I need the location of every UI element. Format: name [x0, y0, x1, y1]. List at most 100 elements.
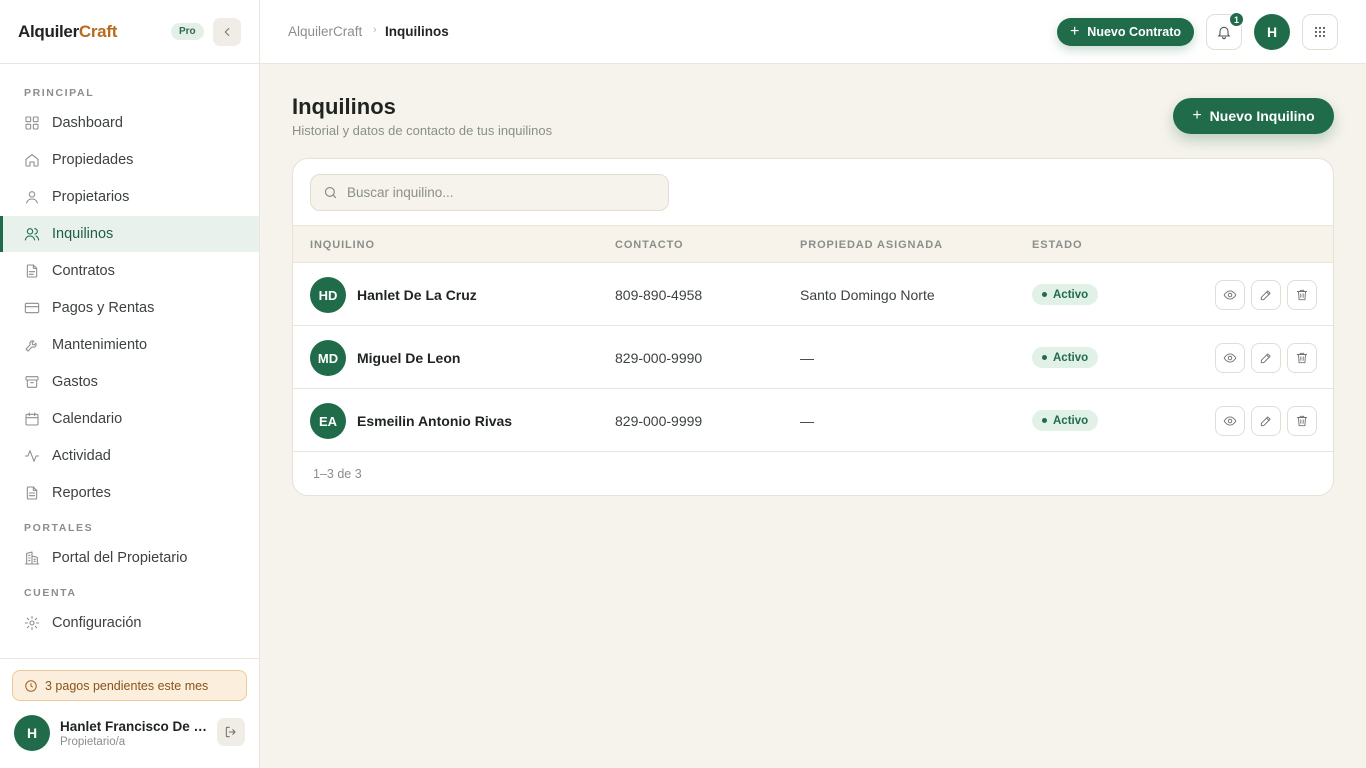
sidebar-item-label: Inquilinos — [52, 226, 114, 242]
trash-icon — [1296, 289, 1308, 301]
avatar[interactable]: H — [14, 715, 50, 751]
gear-icon — [24, 615, 40, 631]
credit-card-icon — [24, 302, 40, 314]
sidebar-item-propietarios[interactable]: Propietarios — [0, 179, 259, 215]
sidebar-item-label: Calendario — [52, 411, 123, 427]
eye-icon — [1223, 290, 1237, 300]
tenant-name[interactable]: Miguel De Leon — [357, 350, 460, 366]
section-title-cuenta: CUENTA — [24, 587, 77, 599]
topbar: AlquilerCraft › Inquilinos + Nuevo Contr… — [260, 0, 1366, 64]
sidebar-item-reportes[interactable]: Reportes — [0, 475, 259, 511]
column-header-contacto[interactable]: CONTACTO — [615, 239, 684, 251]
tenant-contact: 829-000-9990 — [615, 350, 703, 366]
sidebar-item-pagos[interactable]: Pagos y Rentas — [0, 290, 259, 326]
pencil-icon — [1260, 416, 1271, 427]
chevron-left-icon — [224, 27, 230, 37]
sidebar-item-label: Mantenimiento — [52, 337, 148, 353]
column-header-inquilino[interactable]: INQUILINO — [310, 239, 375, 251]
plus-icon: + — [1069, 23, 1080, 40]
calendar-icon — [25, 412, 39, 426]
status-dot — [1042, 292, 1047, 297]
sidebar-item-contratos[interactable]: Contratos — [0, 253, 259, 289]
search-icon — [324, 186, 337, 199]
status-text: Activo — [1053, 351, 1089, 364]
sidebar-footer: 3 pagos pendientes este mes H Hanlet Fra… — [0, 658, 259, 768]
sidebar-item-mantenimiento[interactable]: Mantenimiento — [0, 327, 259, 363]
delete-button[interactable] — [1287, 280, 1317, 310]
new-contract-label: Nuevo Contrato — [1087, 25, 1182, 39]
pending-payments-notice[interactable]: 3 pagos pendientes este mes — [12, 670, 247, 701]
clock-icon — [25, 679, 37, 692]
sidebar-item-configuracion[interactable]: Configuración — [0, 605, 259, 641]
tenant-contact: 809-890-4958 — [615, 287, 703, 303]
status-dot — [1042, 355, 1047, 360]
logout-icon — [225, 726, 236, 738]
sidebar-item-dashboard[interactable]: Dashboard — [0, 105, 259, 141]
eye-icon — [1223, 353, 1237, 363]
view-button[interactable] — [1215, 343, 1245, 373]
page-title: Inquilinos — [292, 94, 396, 119]
bell-icon — [1218, 26, 1230, 40]
column-header-propiedad[interactable]: PROPIEDAD ASIGNADA — [800, 239, 943, 251]
edit-button[interactable] — [1251, 406, 1281, 436]
sidebar-item-gastos[interactable]: Gastos — [0, 364, 259, 400]
table-header: INQUILINO CONTACTO PROPIEDAD ASIGNADA ES… — [293, 225, 1333, 263]
tenant-avatar: EA — [310, 403, 346, 439]
collapse-sidebar-button[interactable] — [213, 18, 241, 46]
sidebar-item-propiedades[interactable]: Propiedades — [0, 142, 259, 178]
user-role: Propietario/a — [60, 736, 126, 748]
delete-button[interactable] — [1287, 406, 1317, 436]
grid-icon — [25, 116, 39, 130]
logout-button[interactable] — [217, 718, 245, 746]
breadcrumb-home[interactable]: AlquilerCraft — [288, 24, 362, 39]
sidebar-item-label: Actividad — [52, 448, 111, 464]
app-logo[interactable]: AlquilerCraft — [18, 22, 117, 42]
sidebar-item-label: Configuración — [52, 615, 142, 631]
pencil-icon — [1260, 353, 1271, 364]
sidebar-item-portal-propietario[interactable]: Portal del Propietario — [0, 540, 259, 576]
status-badge: Activo — [1032, 284, 1099, 305]
view-button[interactable] — [1215, 280, 1245, 310]
sidebar-item-label: Portal del Propietario — [52, 550, 188, 566]
table-row[interactable]: MD Miguel De Leon 829-000-9990 — Activo — [293, 326, 1333, 389]
tenant-contact: 829-000-9999 — [615, 413, 703, 429]
tenant-name[interactable]: Hanlet De La Cruz — [357, 287, 477, 303]
delete-button[interactable] — [1287, 343, 1317, 373]
notification-badge: 1 — [1229, 12, 1244, 27]
sidebar-item-label: Reportes — [52, 485, 111, 501]
trash-icon — [1296, 352, 1308, 364]
breadcrumb-separator: › — [373, 24, 377, 36]
sidebar-item-actividad[interactable]: Actividad — [0, 438, 259, 474]
sidebar-item-calendario[interactable]: Calendario — [0, 401, 259, 437]
report-icon — [26, 486, 38, 500]
section-title-principal: PRINCIPAL — [24, 87, 95, 99]
new-tenant-button[interactable]: + Nuevo Inquilino — [1173, 98, 1334, 134]
view-button[interactable] — [1215, 406, 1245, 436]
search-input[interactable] — [347, 185, 647, 200]
user-icon — [26, 191, 38, 204]
apps-grid-icon — [1314, 26, 1326, 38]
edit-button[interactable] — [1251, 343, 1281, 373]
sidebar-item-label: Propietarios — [52, 189, 130, 205]
sidebar-item-label: Pagos y Rentas — [52, 300, 155, 316]
sidebar-item-inquilinos[interactable]: Inquilinos — [0, 216, 259, 252]
status-dot — [1042, 418, 1047, 423]
table-row[interactable]: EA Esmeilin Antonio Rivas 829-000-9999 —… — [293, 389, 1333, 452]
table-row[interactable]: HD Hanlet De La Cruz 809-890-4958 Santo … — [293, 263, 1333, 326]
sidebar-item-label: Propiedades — [52, 152, 134, 168]
apps-menu-button[interactable] — [1302, 14, 1338, 50]
column-header-estado[interactable]: ESTADO — [1032, 239, 1082, 251]
new-tenant-label: Nuevo Inquilino — [1209, 108, 1315, 124]
tenant-name[interactable]: Esmeilin Antonio Rivas — [357, 413, 512, 429]
new-contract-button[interactable]: + Nuevo Contrato — [1057, 18, 1194, 46]
user-name: Hanlet Francisco De L... — [60, 719, 208, 734]
search-box[interactable] — [310, 174, 669, 211]
user-menu-avatar[interactable]: H — [1254, 14, 1290, 50]
edit-button[interactable] — [1251, 280, 1281, 310]
status-badge: Activo — [1032, 347, 1099, 368]
pagination-info: 1–3 de 3 — [313, 467, 362, 481]
plan-badge: Pro — [171, 23, 204, 40]
section-title-portales: PORTALES — [24, 522, 94, 534]
sidebar-item-label: Contratos — [52, 263, 115, 279]
tenant-avatar: HD — [310, 277, 346, 313]
